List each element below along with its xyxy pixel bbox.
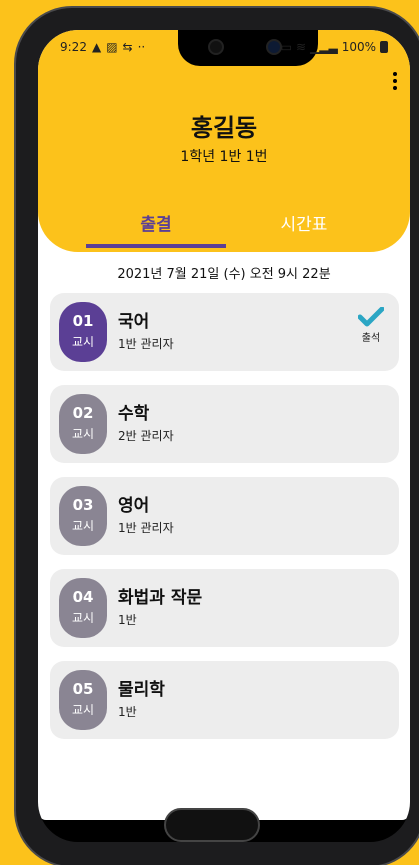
student-class-info: 1학년 1반 1번 [180,149,268,165]
status-bar-left: 9:22 ▲ ▨ ⇆ ·· [60,40,145,54]
check-icon [358,307,384,327]
period-number: 05 [72,680,94,698]
current-datetime: 2021년 7월 21일 (수) 오전 9시 22분 [117,267,331,282]
subject-name: 국어 [118,312,150,332]
list-item[interactable]: 04 교시 화법과 작문 1반 [50,569,399,647]
period-label: 교시 [71,611,95,625]
period-badge: 05 교시 [59,670,107,730]
subject-name: 수학 [118,404,150,424]
class-list: 01 교시 국어 1반 관리자 출석 02 교시 수학 2반 관리자 03 교시… [50,293,399,753]
attendance-status: 출석 [353,307,389,344]
phone-frame: 9:22 ▲ ▨ ⇆ ·· ▭ ≋ ▁▂▃ 100% 홍길동 1학년 1반 1번… [14,6,419,865]
camera-icon [208,39,224,55]
tab-timetable[interactable]: 시간표 [234,200,374,244]
battery-percent: 100% [341,40,376,54]
period-label: 교시 [71,703,95,717]
app-screen: 9:22 ▲ ▨ ⇆ ·· ▭ ≋ ▁▂▃ 100% 홍길동 1학년 1반 1번… [38,30,410,820]
class-info: 2반 관리자 [118,429,174,443]
usb-icon: ⇆ [122,40,133,54]
class-info: 1반 [118,613,137,627]
camera-icon [266,39,282,55]
status-bar-right: ▭ ≋ ▁▂▃ 100% [281,40,388,54]
period-label: 교시 [71,335,95,349]
period-badge: 04 교시 [59,578,107,638]
phone-screen-bezel: 9:22 ▲ ▨ ⇆ ·· ▭ ≋ ▁▂▃ 100% 홍길동 1학년 1반 1번… [38,30,410,842]
list-item[interactable]: 01 교시 국어 1반 관리자 출석 [50,293,399,371]
subject-name: 화법과 작문 [118,588,203,608]
profile-header: 9:22 ▲ ▨ ⇆ ·· ▭ ≋ ▁▂▃ 100% 홍길동 1학년 1반 1번… [38,30,410,252]
subject-name: 물리학 [118,680,165,700]
list-item[interactable]: 05 교시 물리학 1반 [50,661,399,739]
home-button[interactable] [164,808,260,842]
class-info: 1반 [118,705,137,719]
period-label: 교시 [71,427,95,441]
list-item[interactable]: 03 교시 영어 1반 관리자 [50,477,399,555]
overflow-menu-icon[interactable] [390,72,400,90]
period-number: 01 [72,312,94,330]
subject-name: 영어 [118,496,150,516]
attendance-label: 출석 [361,333,381,344]
more-notifications-icon: ·· [137,40,146,54]
battery-icon [380,41,388,53]
class-info: 1반 관리자 [118,337,174,351]
period-number: 02 [72,404,94,422]
period-badge: 01 교시 [59,302,107,362]
signal-icon: ▁▂▃ [310,40,338,54]
image-icon: ▨ [106,40,118,54]
period-badge: 02 교시 [59,394,107,454]
tab-bar: 출결 시간표 [38,200,410,250]
tab-attendance[interactable]: 출결 [86,200,226,248]
warning-icon: ▲ [91,40,102,54]
class-info: 1반 관리자 [118,521,174,535]
wifi-icon: ≋ [295,40,306,54]
period-badge: 03 교시 [59,486,107,546]
period-label: 교시 [71,519,95,533]
vpn-icon: ▭ [280,40,292,54]
period-number: 04 [72,588,94,606]
student-name: 홍길동 [190,114,258,142]
list-item[interactable]: 02 교시 수학 2반 관리자 [50,385,399,463]
period-number: 03 [72,496,94,514]
status-time: 9:22 [60,40,87,54]
